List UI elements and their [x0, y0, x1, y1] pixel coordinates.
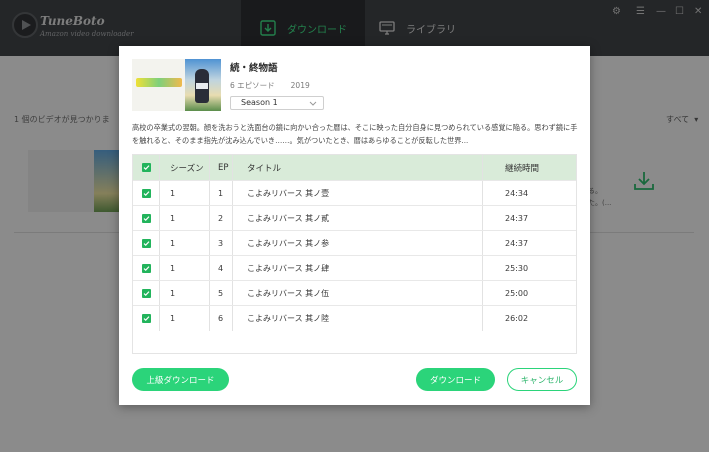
advanced-download-button[interactable]: 上級ダウンロード	[132, 368, 229, 391]
header-title: タイトル	[233, 155, 483, 180]
cell-title: こよみリバース 其ノ伍	[233, 281, 483, 306]
show-poster-image	[185, 59, 221, 111]
cell-title: こよみリバース 其ノ参	[233, 231, 483, 256]
show-logo-image	[132, 59, 186, 111]
cell-duration: 24:37	[505, 214, 529, 223]
checkmark-icon	[141, 289, 151, 298]
episode-select-dialog: 続・終物語 6 エピソード 2019 Season 1 高校の卒業式の翌朝。顔を洗…	[119, 46, 590, 405]
season-select[interactable]: Season 1	[230, 96, 324, 110]
select-all-checkbox[interactable]	[133, 155, 160, 180]
cell-duration: 25:00	[505, 289, 529, 298]
cell-title: こよみリバース 其ノ肆	[233, 256, 483, 281]
header-duration: 継続時間	[505, 163, 540, 174]
cell-title: こよみリバース 其ノ陸	[233, 306, 483, 331]
checkmark-icon	[141, 189, 151, 198]
checkmark-icon	[141, 163, 151, 172]
cell-season: 1	[160, 306, 210, 331]
cell-duration: 26:02	[505, 314, 529, 323]
cell-duration: 24:34	[505, 189, 529, 198]
release-year: 2019	[290, 81, 310, 90]
cell-season: 1	[160, 281, 210, 306]
checkmark-icon	[141, 239, 151, 248]
table-row[interactable]: 1 2 こよみリバース 其ノ貳 24:37	[133, 205, 576, 231]
cell-ep: 1	[210, 181, 233, 206]
cell-ep: 2	[210, 206, 233, 231]
checkmark-icon	[141, 314, 151, 323]
season-select-value: Season 1	[241, 98, 278, 107]
table-row[interactable]: 1 4 こよみリバース 其ノ肆 25:30	[133, 255, 576, 281]
row-checkbox[interactable]	[133, 181, 160, 206]
row-checkbox[interactable]	[133, 206, 160, 231]
table-header: シーズン EP タイトル 継続時間	[133, 155, 576, 180]
cell-ep: 3	[210, 231, 233, 256]
chevron-down-icon	[309, 97, 317, 109]
table-row[interactable]: 1 1 こよみリバース 其ノ壹 24:34	[133, 180, 576, 206]
row-checkbox[interactable]	[133, 231, 160, 256]
episode-table: シーズン EP タイトル 継続時間 1 1 こよみリバース 其ノ壹 24:34 …	[132, 154, 577, 354]
row-checkbox[interactable]	[133, 306, 160, 331]
table-row[interactable]: 1 3 こよみリバース 其ノ参 24:37	[133, 230, 576, 256]
cell-duration: 25:30	[505, 264, 529, 273]
header-ep: EP	[210, 155, 233, 180]
show-title: 続・終物語	[230, 63, 278, 74]
cell-season: 1	[160, 181, 210, 206]
show-meta: 6 エピソード 2019	[230, 80, 310, 91]
table-row[interactable]: 1 5 こよみリバース 其ノ伍 25:00	[133, 280, 576, 306]
cell-season: 1	[160, 256, 210, 281]
show-description: 高校の卒業式の翌朝。顔を洗おうと洗面台の鏡に向かい合った暦は、そこに映った自分自…	[132, 123, 578, 145]
checkmark-icon	[141, 214, 151, 223]
header-season: シーズン	[160, 155, 210, 180]
cell-title: こよみリバース 其ノ壹	[233, 181, 483, 206]
cell-season: 1	[160, 206, 210, 231]
cell-duration: 24:37	[505, 239, 529, 248]
download-button[interactable]: ダウンロード	[416, 368, 495, 391]
cancel-button[interactable]: キャンセル	[507, 368, 577, 391]
cell-season: 1	[160, 231, 210, 256]
cell-ep: 4	[210, 256, 233, 281]
cell-ep: 6	[210, 306, 233, 331]
checkmark-icon	[141, 264, 151, 273]
row-checkbox[interactable]	[133, 256, 160, 281]
cell-ep: 5	[210, 281, 233, 306]
cell-title: こよみリバース 其ノ貳	[233, 206, 483, 231]
table-row[interactable]: 1 6 こよみリバース 其ノ陸 26:02	[133, 305, 576, 331]
episode-count: 6 エピソード	[230, 81, 275, 90]
row-checkbox[interactable]	[133, 281, 160, 306]
